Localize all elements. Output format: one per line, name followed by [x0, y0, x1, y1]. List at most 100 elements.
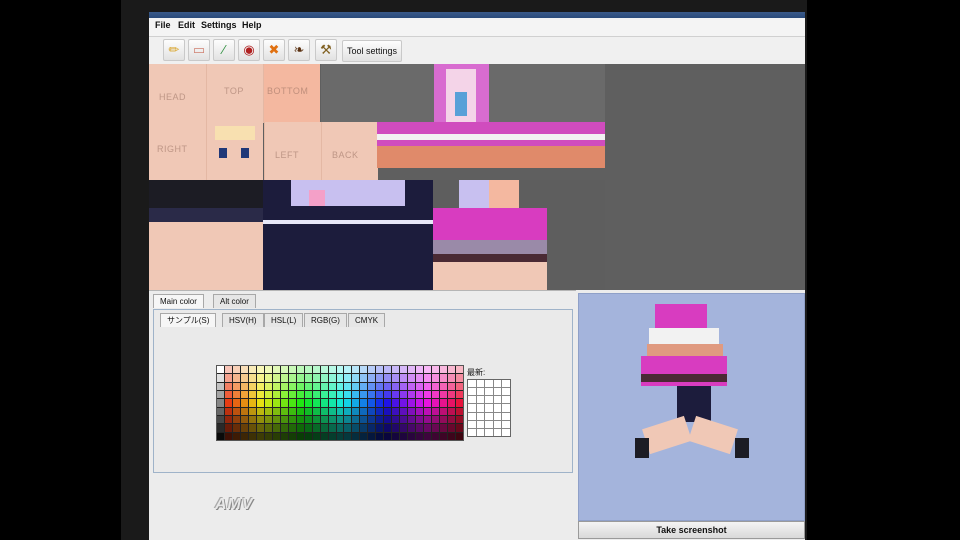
color-swatch[interactable] [224, 374, 232, 382]
color-swatch[interactable] [304, 399, 312, 407]
color-swatch[interactable] [424, 432, 432, 440]
recent-color-swatch[interactable] [502, 420, 510, 428]
color-swatch[interactable] [336, 407, 344, 415]
color-swatch[interactable] [432, 407, 440, 415]
recent-color-swatch[interactable] [485, 404, 493, 412]
color-swatch[interactable] [256, 391, 264, 399]
color-swatch[interactable] [217, 391, 224, 399]
color-swatch[interactable] [288, 374, 296, 382]
color-swatch[interactable] [440, 366, 448, 374]
color-swatch[interactable] [272, 432, 280, 440]
color-swatch[interactable] [288, 366, 296, 374]
color-swatch[interactable] [328, 374, 336, 382]
color-swatch[interactable] [304, 366, 312, 374]
color-swatch[interactable] [256, 407, 264, 415]
color-swatch[interactable] [328, 399, 336, 407]
color-swatch[interactable] [352, 432, 360, 440]
color-swatch[interactable] [224, 432, 232, 440]
color-swatch[interactable] [280, 382, 288, 390]
color-swatch[interactable] [320, 382, 328, 390]
color-swatch[interactable] [384, 407, 392, 415]
color-swatch[interactable] [320, 407, 328, 415]
recent-color-swatch[interactable] [493, 388, 502, 396]
color-swatch[interactable] [312, 416, 320, 424]
color-swatch[interactable] [392, 399, 400, 407]
color-swatch[interactable] [256, 424, 264, 432]
color-swatch[interactable] [320, 391, 328, 399]
recent-color-swatch[interactable] [468, 420, 476, 428]
color-swatch-grid[interactable] [216, 365, 464, 441]
color-swatch[interactable] [376, 399, 384, 407]
subtab-rgb[interactable]: RGB(G) [304, 313, 347, 327]
recent-color-swatch[interactable] [485, 420, 493, 428]
color-swatch[interactable] [368, 391, 376, 399]
color-swatch[interactable] [320, 424, 328, 432]
color-swatch[interactable] [448, 382, 456, 390]
pencil-tool-button[interactable]: ✏ [163, 39, 185, 61]
color-swatch[interactable] [312, 407, 320, 415]
color-swatch[interactable] [256, 416, 264, 424]
recent-color-swatch[interactable] [493, 404, 502, 412]
color-swatch[interactable] [320, 374, 328, 382]
color-swatch[interactable] [424, 382, 432, 390]
color-swatch[interactable] [288, 399, 296, 407]
color-swatch[interactable] [408, 432, 416, 440]
color-swatch[interactable] [296, 366, 304, 374]
color-swatch[interactable] [344, 382, 352, 390]
color-swatch[interactable] [408, 416, 416, 424]
color-swatch[interactable] [432, 382, 440, 390]
color-swatch[interactable] [288, 416, 296, 424]
color-swatch[interactable] [440, 382, 448, 390]
color-swatch[interactable] [440, 391, 448, 399]
color-swatch[interactable] [368, 432, 376, 440]
color-swatch[interactable] [416, 382, 424, 390]
color-swatch[interactable] [456, 391, 463, 399]
color-swatch[interactable] [408, 391, 416, 399]
color-swatch[interactable] [392, 424, 400, 432]
color-swatch[interactable] [224, 399, 232, 407]
color-swatch[interactable] [256, 399, 264, 407]
color-swatch[interactable] [240, 391, 248, 399]
color-swatch[interactable] [232, 374, 240, 382]
recent-color-swatch[interactable] [502, 396, 510, 404]
color-swatch[interactable] [416, 374, 424, 382]
color-swatch[interactable] [312, 374, 320, 382]
color-swatch[interactable] [344, 424, 352, 432]
color-swatch[interactable] [336, 432, 344, 440]
color-swatch[interactable] [448, 366, 456, 374]
color-swatch[interactable] [408, 399, 416, 407]
color-swatch[interactable] [440, 399, 448, 407]
recent-color-swatch[interactable] [493, 420, 502, 428]
color-swatch[interactable] [217, 399, 224, 407]
recent-color-swatch[interactable] [476, 428, 485, 436]
color-swatch[interactable] [256, 374, 264, 382]
color-swatch[interactable] [328, 391, 336, 399]
color-swatch[interactable] [432, 391, 440, 399]
color-swatch[interactable] [217, 416, 224, 424]
color-swatch[interactable] [456, 382, 463, 390]
color-swatch[interactable] [368, 382, 376, 390]
color-swatch[interactable] [264, 382, 272, 390]
color-swatch[interactable] [232, 391, 240, 399]
crossed-tools-button[interactable]: ✖ [263, 39, 285, 61]
color-swatch[interactable] [416, 391, 424, 399]
color-swatch[interactable] [400, 432, 408, 440]
menu-edit[interactable]: Edit [178, 20, 195, 30]
recent-color-swatch[interactable] [476, 388, 485, 396]
color-swatch[interactable] [392, 432, 400, 440]
bucket-tool-button[interactable]: ◉ [238, 39, 260, 61]
color-swatch[interactable] [280, 399, 288, 407]
color-swatch[interactable] [456, 432, 463, 440]
color-swatch[interactable] [352, 374, 360, 382]
brush-tool-button[interactable]: ❧ [288, 39, 310, 61]
color-swatch[interactable] [232, 432, 240, 440]
color-swatch[interactable] [240, 416, 248, 424]
color-swatch[interactable] [328, 416, 336, 424]
menu-help[interactable]: Help [242, 20, 262, 30]
color-swatch[interactable] [264, 366, 272, 374]
color-swatch[interactable] [312, 382, 320, 390]
menu-file[interactable]: File [155, 20, 171, 30]
color-swatch[interactable] [280, 391, 288, 399]
color-swatch[interactable] [232, 399, 240, 407]
color-swatch[interactable] [376, 407, 384, 415]
